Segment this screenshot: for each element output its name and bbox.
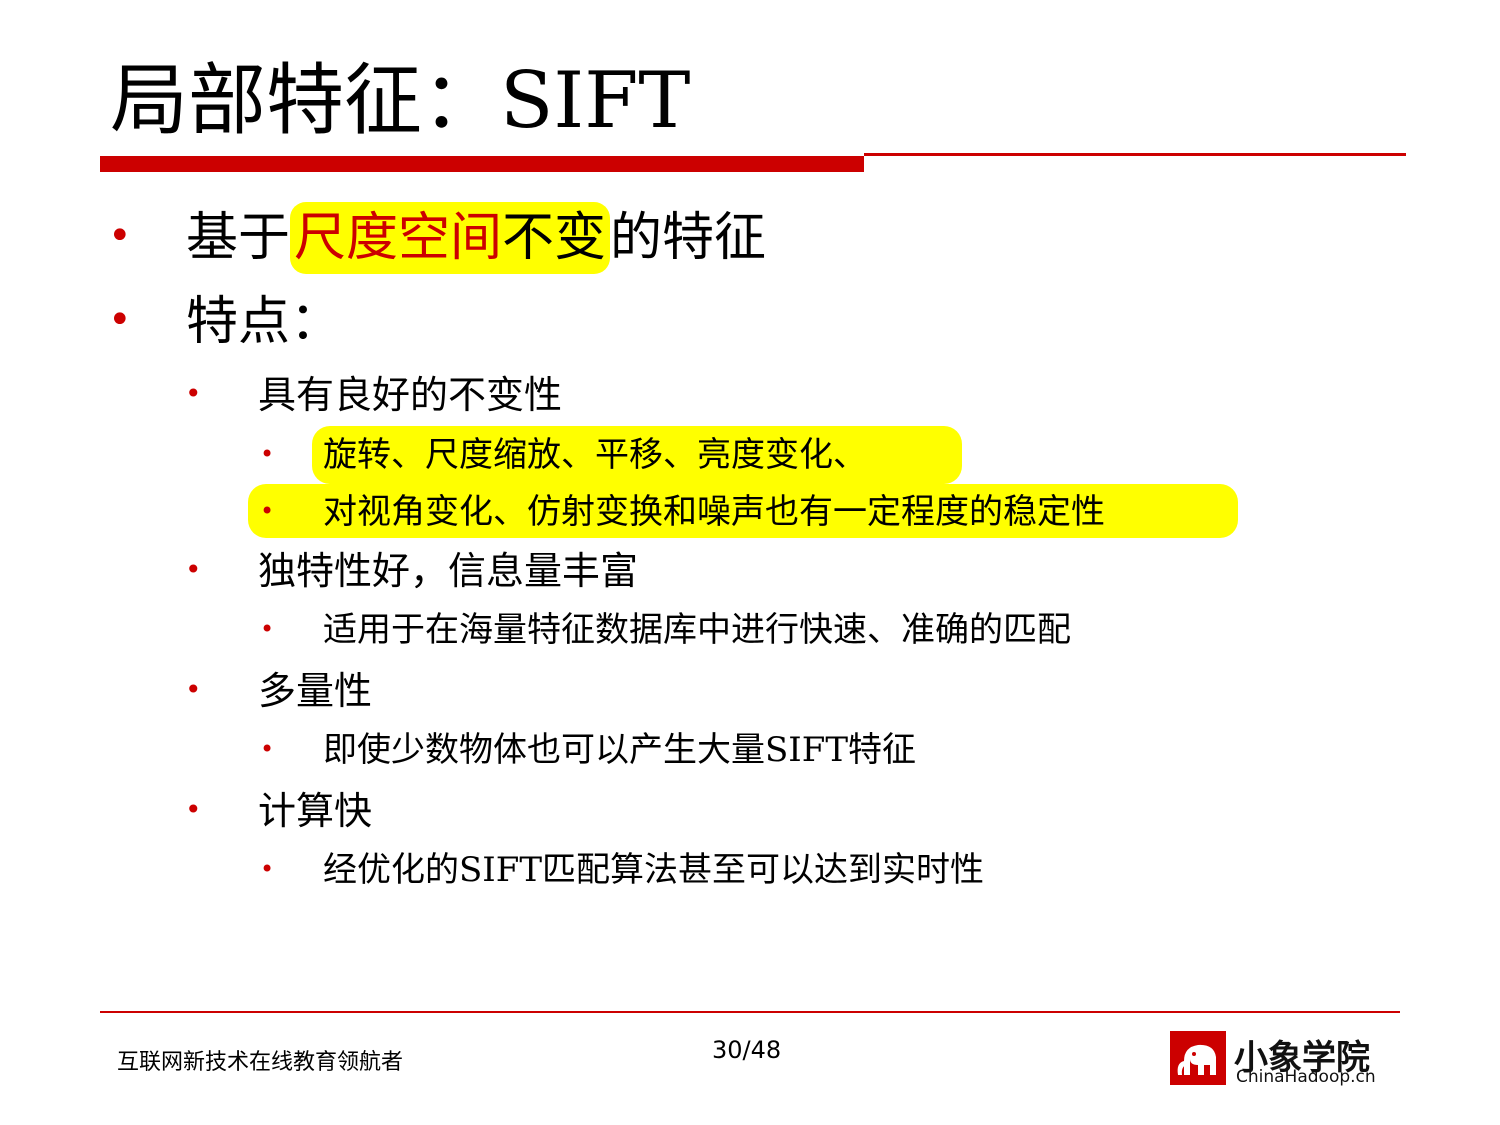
bullet-text: 旋转、尺度缩放、平移、亮度变化、 [323,435,867,475]
bullet-features: • 特点： [108,296,342,348]
slide-title: 局部特征：SIFT [110,56,691,146]
bullet-text: 具有良好的不变性 [258,373,563,417]
chinahadoop-logo: 小象学院 ChinaHadoop.cn [1170,1028,1400,1088]
bullet-dot: • [260,615,275,643]
bullet-quantity: • 多量性 [185,669,373,713]
highlight-red-text: 尺度空间 [294,208,503,268]
highlight-group: 尺度空间不变 [290,202,611,274]
bullet-text: 对视角变化、仿射变换和噪声也有一定程度的稳定性 [323,492,1105,532]
bullet-text: 即使少数物体也可以产生大量SIFT特征 [323,730,916,770]
footer-divider [100,1011,1400,1013]
bullet-dot: • [260,440,275,468]
bullet-many-features: • 即使少数物体也可以产生大量SIFT特征 [260,730,916,770]
title-underline-thin [864,153,1406,156]
bullet-dot: • [108,213,132,259]
footer-slogan: 互联网新技术在线教育领航者 [117,1050,404,1075]
bullet-text: 适用于在海量特征数据库中进行快速、准确的匹配 [323,610,1071,650]
bullet-text-suffix: 的特征 [610,208,767,268]
bullet-scale-space-invariant: • 基于尺度空间不变的特征 [108,202,766,274]
elephant-logo-icon [1170,1031,1226,1085]
title-underline-thick [100,156,864,172]
bullet-text-prefix: 基于 [186,208,291,268]
bullet-dot: • [185,793,202,826]
bullet-fast-compute: • 计算快 [185,789,373,833]
bullet-realtime: • 经优化的SIFT匹配算法甚至可以达到实时性 [260,850,984,890]
bullet-dot: • [185,673,202,706]
bullet-fast-matching: • 适用于在海量特征数据库中进行快速、准确的匹配 [260,610,1071,650]
bullet-good-invariance: • 具有良好的不变性 [185,373,563,417]
bullet-dot: • [260,855,275,883]
bullet-distinctiveness: • 独特性好，信息量丰富 [185,549,639,593]
bullet-dot: • [185,553,202,586]
highlight-black-text: 不变 [502,208,607,268]
bullet-text: 经优化的SIFT匹配算法甚至可以达到实时性 [323,850,984,890]
bullet-text: 独特性好，信息量丰富 [258,549,639,593]
bullet-dot: • [260,735,275,763]
page-number: 30/48 [712,1036,782,1064]
bullet-dot: • [260,497,275,525]
bullet-rotation-scale: • 旋转、尺度缩放、平移、亮度变化、 [260,435,867,475]
bullet-text: 多量性 [258,669,373,713]
logo-url: ChinaHadoop.cn [1236,1067,1376,1087]
bullet-text: 计算快 [258,789,373,833]
bullet-text: 特点： [186,292,343,352]
bullet-viewpoint-affine: • 对视角变化、仿射变换和噪声也有一定程度的稳定性 [260,492,1105,532]
bullet-dot: • [185,377,202,410]
bullet-dot: • [108,297,132,343]
